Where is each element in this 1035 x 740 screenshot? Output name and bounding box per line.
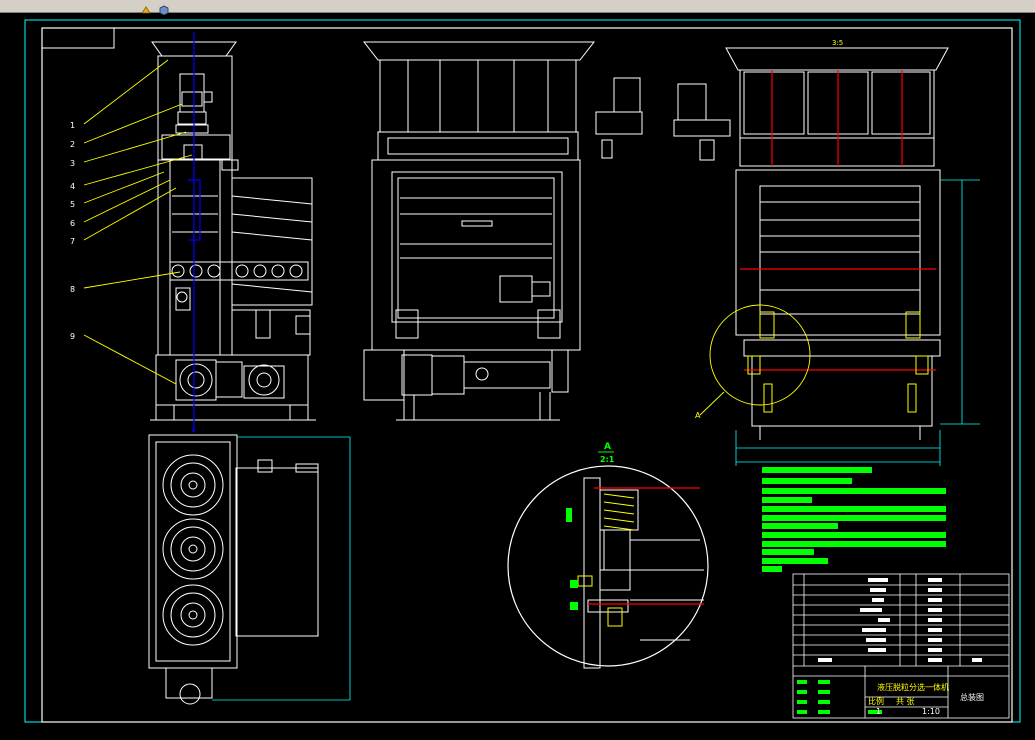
part-number-1: 1 [70, 121, 75, 130]
title-block-sheet-label: 共 张 [896, 697, 915, 706]
top-view [148, 434, 319, 705]
cad-drawing-canvas[interactable]: 1 2 3 4 5 6 7 8 9 3:5 A A 2:1 液压脱粒分选一体机 … [0, 13, 1035, 736]
technical-notes [762, 467, 946, 572]
title-block-text: 液压脱粒分选一体机 比例 共 张 1 1:10 总装图 [868, 682, 984, 716]
detail-view: A 2:1 [507, 442, 709, 669]
title-block-scale-label: 比例 [868, 696, 884, 706]
detail-callout-label: A [695, 411, 701, 420]
side-view [362, 41, 643, 421]
part-number-7: 7 [70, 237, 75, 246]
detail-view-scale: 2:1 [600, 455, 615, 464]
detail-view-letter: A [604, 442, 611, 452]
part-number-4: 4 [70, 182, 75, 191]
top-view-discs [162, 454, 224, 646]
part-number-5: 5 [70, 200, 75, 209]
part-number-labels: 1 2 3 4 5 6 7 8 9 [70, 121, 75, 341]
front-view [150, 41, 316, 421]
title-block-title: 液压脱粒分选一体机 [877, 682, 949, 692]
part-number-8: 8 [70, 285, 75, 294]
top-dimension-label: 3:5 [832, 39, 843, 47]
part-leaders [83, 59, 193, 385]
part-number-2: 2 [70, 140, 75, 149]
part-number-9: 9 [70, 332, 75, 341]
rear-view-springs [747, 311, 929, 413]
top-view-dimension [212, 436, 351, 701]
part-number-3: 3 [70, 159, 75, 168]
title-block-qty: 1 [876, 707, 881, 716]
part-number-6: 6 [70, 219, 75, 228]
paint-bucket-icon[interactable] [140, 0, 152, 14]
title-block-scale: 1:10 [922, 707, 940, 716]
title-block-right-label: 总装图 [960, 692, 984, 702]
rear-view [673, 47, 949, 440]
toolbar [0, 0, 1035, 16]
cube-icon[interactable] [158, 0, 170, 16]
